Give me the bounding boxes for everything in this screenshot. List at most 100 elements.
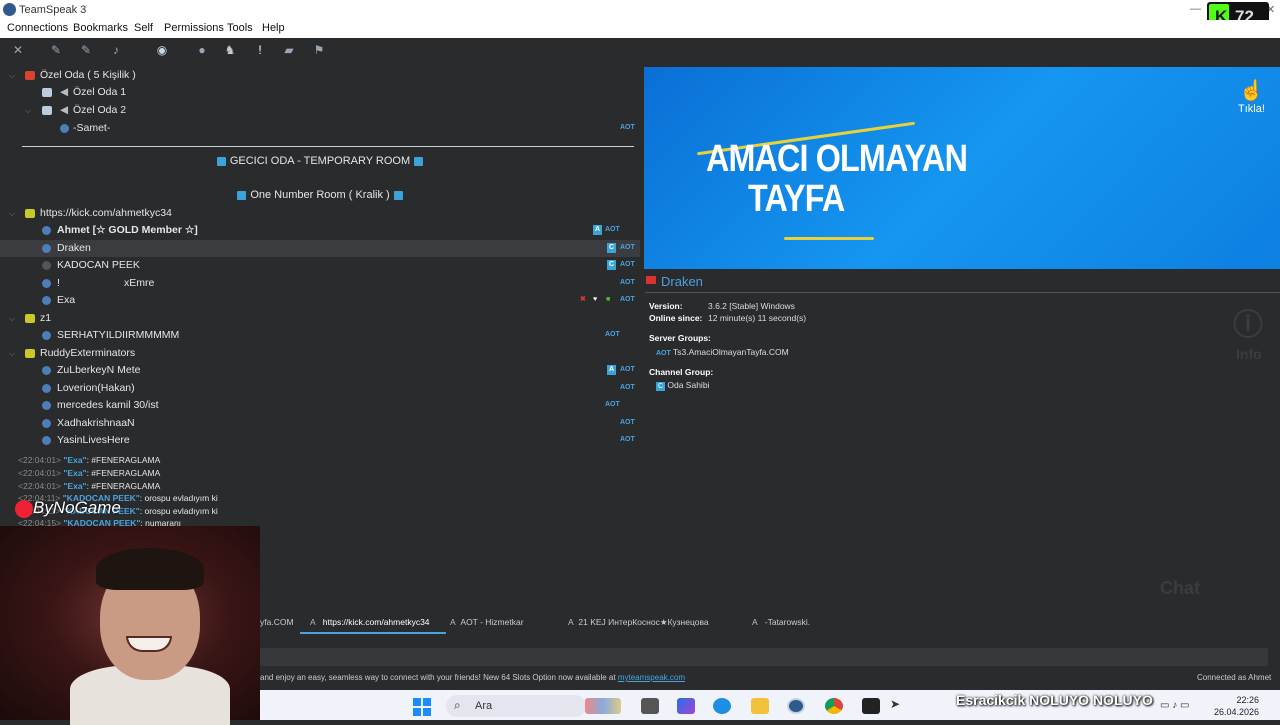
- online-label: Online since:: [649, 313, 703, 323]
- ad-link[interactable]: myteamspeak.com: [618, 673, 685, 682]
- explorer-icon[interactable]: [751, 698, 769, 714]
- spacer-label: GECICI ODA - TEMPORARY ROOM: [229, 155, 411, 167]
- flag-icon: ✖: [580, 296, 586, 303]
- search-placeholder: Ara: [475, 700, 493, 712]
- channel-row[interactable]: ⌵ ◀ Özel Oda 2: [0, 102, 640, 119]
- client-status-icon: [42, 296, 51, 305]
- avatar-icon[interactable]: ♞: [222, 42, 238, 58]
- channel-admin-badge-icon: C: [607, 260, 616, 270]
- server-group-badge: AOT: [620, 296, 635, 303]
- spacer-row[interactable]: One Number Room ( Kralik ): [0, 189, 640, 201]
- whisper-icon[interactable]: ◉: [154, 42, 170, 58]
- client-row[interactable]: ZuLberkeyN Mete A AOT: [0, 362, 640, 379]
- windows-start-icon[interactable]: [413, 698, 431, 716]
- client-name-prefix: !: [57, 277, 60, 289]
- spacer-line: [22, 146, 634, 147]
- alert-icon[interactable]: !: [252, 42, 268, 58]
- mic-icon[interactable]: ♪: [108, 42, 124, 58]
- taskbar-search[interactable]: ⌕ Ara: [446, 695, 586, 717]
- minimize-button[interactable]: —: [1190, 3, 1201, 15]
- client-status-icon: [42, 419, 51, 428]
- collapse-arrow-icon[interactable]: ⌵: [9, 345, 15, 362]
- banner-click-hint[interactable]: ☝ Tıkla!: [1238, 78, 1265, 115]
- contacts-icon[interactable]: ●: [194, 42, 210, 58]
- server-banner[interactable]: AMACI OLMAYAN TAYFA: [644, 67, 1280, 269]
- client-row-selected[interactable]: Draken C AOT: [0, 240, 640, 257]
- channel-row[interactable]: ◀ Özel Oda 1: [0, 84, 640, 101]
- menu-help[interactable]: Help: [262, 22, 285, 34]
- server-group-badge: AOT: [656, 350, 671, 357]
- channel-row[interactable]: ⌵ Özel Oda ( 5 Kişilik ): [0, 67, 640, 84]
- teamspeak-taskbar-icon[interactable]: [787, 698, 805, 714]
- copilot-icon[interactable]: [677, 698, 695, 714]
- client-row[interactable]: -Samet- AOT: [0, 120, 640, 137]
- chat-tabs: yfa.COM A https://kick.com/ahmetkyc34 A …: [260, 612, 1280, 634]
- stream-overlay-text: Esracikcik NOLUYO NOLUYO: [956, 692, 1153, 708]
- bynogame-label: ByNoGame: [33, 498, 121, 517]
- disconnect-icon[interactable]: ✕: [10, 42, 26, 58]
- spacer-label: One Number Room ( Kralik ): [250, 189, 390, 201]
- client-row[interactable]: YasinLivesHere AOT: [0, 432, 640, 449]
- channel-name: Özel Oda ( 5 Kişilik ): [40, 69, 136, 81]
- client-row[interactable]: ! xEmre AOT: [0, 275, 640, 292]
- edge-icon[interactable]: [713, 698, 731, 714]
- taskbar-clock[interactable]: 22:26 26.04.2026: [1214, 694, 1259, 718]
- tab-server[interactable]: yfa.COM: [260, 617, 294, 627]
- client-row[interactable]: XadhakrishnaaN AOT: [0, 415, 640, 432]
- client-row[interactable]: KADOCAN PEEK C AOT: [0, 257, 640, 274]
- connect-icon[interactable]: ✎: [48, 42, 64, 58]
- toolbar: ✕ ✎ ✎ ♪ ◉ ● ♞ ! ▰ ⚑: [0, 38, 640, 62]
- tab-aot[interactable]: A AOT - Hizmetkar: [450, 617, 524, 627]
- channel-tree: ⌵ Özel Oda ( 5 Kişilik ) ◀ Özel Oda 1 ⌵ …: [0, 64, 640, 454]
- tab-tatarowski[interactable]: A -Tatarowski.: [752, 617, 810, 627]
- client-name: XadhakrishnaaN: [57, 417, 135, 429]
- bookmark-icon[interactable]: ⚑: [311, 42, 327, 58]
- system-tray-icons[interactable]: ▭ ♪ ▭: [1160, 700, 1189, 711]
- channel-group-item: C Oda Sahibi: [656, 380, 709, 391]
- tab-21kej[interactable]: A 21 KEJ ИнтерКоснос★Кузнецова: [568, 617, 709, 628]
- version-label: Version:: [649, 301, 683, 311]
- tab-kick[interactable]: A https://kick.com/ahmetkyc34: [310, 617, 430, 627]
- client-status-icon: [42, 331, 51, 340]
- client-status-icon: [42, 261, 51, 270]
- client-row[interactable]: SERHATYILDIIRMMMMM AOT: [0, 327, 640, 344]
- channel-row[interactable]: ⌵ z1: [0, 310, 640, 327]
- client-row[interactable]: Loverion(Hakan) AOT: [0, 380, 640, 397]
- obs-icon[interactable]: [862, 698, 880, 714]
- client-name: Loverion(Hakan): [57, 382, 135, 394]
- divider: [645, 292, 1280, 293]
- server-group-item: AOT Ts3.AmaciOlmayanTayfa.COM: [656, 347, 789, 357]
- widget-icon[interactable]: [585, 698, 621, 714]
- channel-icon: [25, 71, 35, 80]
- spacer-icon: [414, 156, 424, 166]
- menu-self[interactable]: Self: [134, 22, 153, 34]
- task-view-icon[interactable]: [641, 698, 659, 714]
- checkbox-icon: [42, 88, 52, 97]
- menu-connections[interactable]: Connections: [7, 22, 68, 34]
- collapse-arrow-icon[interactable]: ⌵: [9, 67, 15, 84]
- chrome-icon[interactable]: [825, 698, 843, 714]
- server-group-badge: AOT: [605, 226, 620, 233]
- away-icon[interactable]: ✎: [78, 42, 94, 58]
- channel-icon: [25, 314, 35, 323]
- collapse-arrow-icon[interactable]: ⌵: [25, 102, 31, 119]
- chat-input[interactable]: [260, 648, 1268, 666]
- chat-icon[interactable]: ▰: [281, 42, 297, 58]
- server-group-badge: AOT: [605, 331, 620, 338]
- client-name: KADOCAN PEEK: [57, 259, 140, 271]
- collapse-arrow-icon[interactable]: ⌵: [9, 310, 15, 327]
- client-row[interactable]: mercedes kamil 30/ist AOT: [0, 397, 640, 414]
- channel-row[interactable]: ⌵ RuddyExterminators: [0, 345, 640, 362]
- collapse-arrow-icon[interactable]: ⌵: [9, 205, 15, 222]
- menu-tools[interactable]: Tools: [227, 22, 253, 34]
- client-row[interactable]: Exa ✖ ♥ ■ AOT: [0, 292, 640, 309]
- client-row[interactable]: Ahmet [☆ GOLD Member ☆] A AOT: [0, 222, 640, 239]
- chat-line: <22:04:01> "Exa": #FENERAGLAMA: [18, 468, 161, 478]
- menu-bookmarks[interactable]: Bookmarks: [73, 22, 128, 34]
- channel-row[interactable]: ⌵ https://kick.com/ahmetkyc34: [0, 205, 640, 222]
- client-status-icon: [42, 401, 51, 410]
- spacer-row[interactable]: GECICI ODA - TEMPORARY ROOM: [0, 155, 640, 167]
- banner-line-1: AMACI OLMAYAN: [706, 138, 968, 180]
- menu-permissions[interactable]: Permissions: [164, 22, 224, 34]
- active-tab-indicator: [300, 632, 446, 634]
